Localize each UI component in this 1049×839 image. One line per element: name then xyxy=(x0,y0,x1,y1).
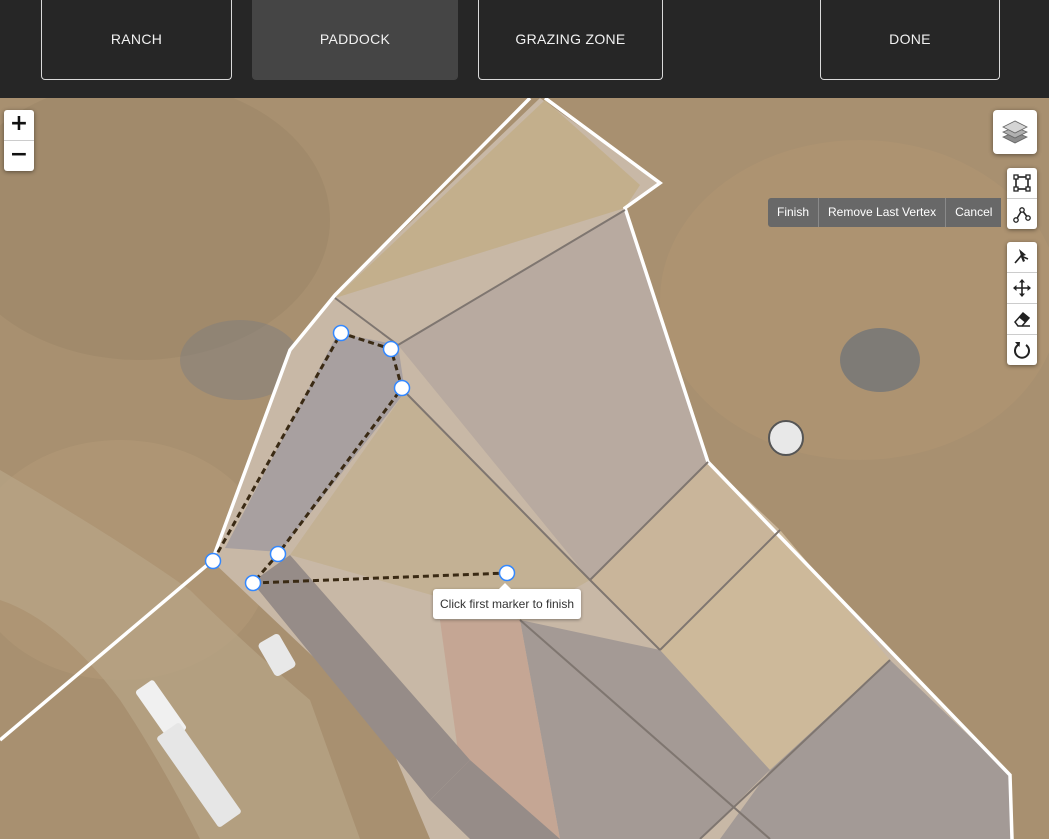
paddock-button[interactable]: PADDOCK xyxy=(252,0,458,80)
polygon-draw-icon xyxy=(1013,207,1031,223)
erase-button[interactable] xyxy=(1007,303,1037,334)
rotate-button[interactable] xyxy=(1007,334,1037,365)
move-button[interactable] xyxy=(1007,272,1037,303)
cut-icon xyxy=(1014,249,1029,264)
rotate-icon xyxy=(1014,342,1030,359)
zoom-in-button[interactable]: + xyxy=(4,110,34,140)
draw-rectangle-button[interactable] xyxy=(1007,168,1037,198)
eraser-icon xyxy=(1014,311,1031,327)
layers-button[interactable] xyxy=(993,110,1037,154)
zoom-control: + − xyxy=(4,110,34,171)
grazing-zone-button[interactable]: GRAZING ZONE xyxy=(478,0,663,80)
edit-toolbar xyxy=(1007,242,1037,365)
rectangle-draw-icon xyxy=(1013,174,1031,192)
map-view[interactable]: + − Finish Remove Last Vertex Cancel Cli… xyxy=(0,98,1049,839)
zoom-out-button[interactable]: − xyxy=(4,140,34,171)
draw-actions: Finish Remove Last Vertex Cancel xyxy=(768,198,1002,227)
done-button[interactable]: DONE xyxy=(820,0,1000,80)
ranch-button[interactable]: RANCH xyxy=(41,0,232,80)
draw-hint-tooltip: Click first marker to finish xyxy=(433,583,582,619)
draw-polygon-button[interactable] xyxy=(1007,198,1037,229)
cut-button[interactable] xyxy=(1007,242,1037,272)
finish-button[interactable]: Finish xyxy=(768,198,818,227)
remove-last-vertex-button[interactable]: Remove Last Vertex xyxy=(818,198,945,227)
cancel-button[interactable]: Cancel xyxy=(945,198,1001,227)
move-icon xyxy=(1013,279,1031,297)
top-nav: RANCH PADDOCK GRAZING ZONE DONE xyxy=(0,0,1049,98)
layers-icon xyxy=(1002,120,1028,144)
draw-toolbar xyxy=(1007,168,1037,229)
